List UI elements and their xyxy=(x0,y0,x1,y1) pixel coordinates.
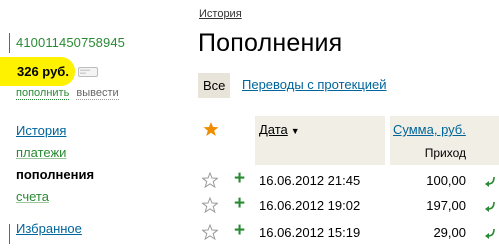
table-header: Дата ▼ Сумма, руб. Приход xyxy=(198,116,499,165)
breadcrumb[interactable]: История xyxy=(199,8,242,20)
return-arrow-icon[interactable] xyxy=(483,174,497,188)
return-arrow-icon[interactable] xyxy=(483,199,497,213)
table-row[interactable]: +16.06.2012 19:02 197,00 xyxy=(198,193,499,217)
row-date: 16.06.2012 21:45 xyxy=(259,173,361,188)
filter-protected-transfers[interactable]: Переводы с протекцией xyxy=(242,77,387,92)
page-title: Пополнения xyxy=(198,29,343,57)
favorites-accent-rule xyxy=(9,224,10,244)
income-subheader: Приход xyxy=(424,146,466,160)
balance-actions: пополнить вывести xyxy=(16,87,119,100)
topup-link[interactable]: пополнить xyxy=(16,87,70,100)
balance-amount: 326 руб. xyxy=(17,64,69,79)
row-date: 16.06.2012 19:02 xyxy=(259,198,361,213)
row-amount: 197,00 xyxy=(426,198,466,213)
sidebar-item-topups: пополнения xyxy=(16,167,95,182)
star-icon[interactable] xyxy=(202,172,218,188)
account-accent-rule xyxy=(9,33,10,53)
favorites-label: Избранное xyxy=(16,221,82,236)
date-column-header[interactable]: Дата ▼ xyxy=(255,116,385,165)
star-icon[interactable] xyxy=(202,224,218,240)
sidebar-item-favorites[interactable]: Избранное xyxy=(16,218,82,240)
plus-icon: + xyxy=(234,220,246,241)
withdraw-link[interactable]: вывести xyxy=(76,87,119,100)
table-row[interactable]: +16.06.2012 21:45 100,00 xyxy=(198,168,499,192)
row-amount: 29,00 xyxy=(433,225,466,240)
sum-column-header[interactable]: Сумма, руб. Приход xyxy=(390,116,499,165)
sidebar-item-invoices[interactable]: счета xyxy=(16,186,94,208)
sum-header-label[interactable]: Сумма, руб. xyxy=(393,122,466,137)
wallet-icon[interactable] xyxy=(78,67,98,77)
sidebar-nav: История платежи пополнения счета Избранн… xyxy=(16,120,94,240)
plus-icon: + xyxy=(234,193,246,214)
plus-icon: + xyxy=(234,168,246,189)
row-amount: 100,00 xyxy=(426,173,466,188)
filter-all[interactable]: Все xyxy=(198,73,231,98)
sort-arrow-icon[interactable]: ▼ xyxy=(291,126,300,136)
account-number: 410011450758945 xyxy=(16,35,125,50)
star-icon[interactable] xyxy=(202,197,218,213)
star-icon[interactable] xyxy=(203,121,219,137)
table-row[interactable]: +16.06.2012 15:19 29,00 xyxy=(198,220,499,244)
row-date: 16.06.2012 15:19 xyxy=(259,225,361,240)
date-header-label[interactable]: Дата ▼ xyxy=(259,122,300,137)
sidebar-item-history[interactable]: История xyxy=(16,120,94,142)
return-arrow-icon[interactable] xyxy=(483,226,497,240)
sidebar-item-payments[interactable]: платежи xyxy=(16,142,94,164)
star-column-header xyxy=(198,116,252,165)
